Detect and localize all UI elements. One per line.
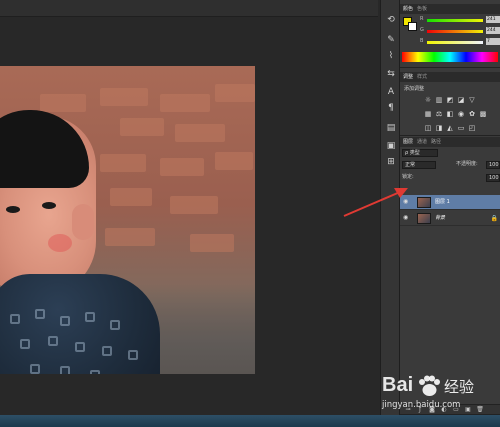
color-lookup-icon[interactable]: ▩: [479, 110, 487, 118]
layer-name[interactable]: 背景: [435, 214, 445, 221]
slider-track-r[interactable]: [427, 19, 483, 22]
slider-value-g[interactable]: 244: [486, 27, 500, 34]
tab-styles[interactable]: 样式: [417, 72, 427, 82]
character-icon[interactable]: A: [385, 86, 397, 98]
brush-icon[interactable]: ⌇: [385, 50, 397, 62]
opacity-input[interactable]: 100: [486, 161, 500, 169]
color-panel-tabs: 颜色 色板: [400, 4, 500, 14]
color-balance-icon[interactable]: ⚖: [435, 110, 443, 118]
background-color-swatch[interactable]: [408, 22, 417, 31]
boy-cheek: [48, 234, 72, 252]
boy-ear: [72, 204, 94, 240]
boy-sweater: [0, 274, 160, 374]
slider-value-r[interactable]: 241: [486, 16, 500, 23]
navigator-icon[interactable]: ▣: [385, 140, 397, 152]
tool-preset-icon[interactable]: ⇆: [385, 68, 397, 80]
slider-r[interactable]: R 241: [420, 16, 500, 24]
info-icon[interactable]: ▤: [385, 122, 397, 134]
lock-label: 锁定:: [402, 174, 414, 180]
hue-icon[interactable]: ▦: [424, 110, 432, 118]
curves-icon[interactable]: ◩: [446, 96, 454, 104]
adjustments-panel: 调整 样式 添加调整 ☼ ▥ ◩ ◪ ▽ ▦ ⚖ ◧ ◉ ✿ ▩ ◫ ◨ ◭ ▭…: [400, 72, 500, 136]
lock-icon: 🔒: [490, 215, 498, 222]
fill-input[interactable]: 100: [486, 174, 500, 182]
adjustments-title: 添加调整: [404, 86, 425, 92]
color-spectrum-bar[interactable]: [402, 52, 498, 62]
vibrance-icon[interactable]: ▽: [468, 96, 476, 104]
gradient-map-icon[interactable]: ▭: [457, 124, 465, 132]
watermark-bai-text: Bai: [382, 374, 414, 396]
document-tab-strip: [0, 0, 378, 17]
exposure-icon[interactable]: ◪: [457, 96, 465, 104]
threshold-icon[interactable]: ◭: [446, 124, 454, 132]
tab-layers[interactable]: 图层: [403, 137, 413, 147]
slider-track-g[interactable]: [427, 30, 483, 33]
bw-icon[interactable]: ◧: [446, 110, 454, 118]
tab-adjustments[interactable]: 调整: [403, 72, 413, 82]
photo-canvas[interactable]: [0, 66, 255, 374]
slider-b[interactable]: B 7: [420, 38, 500, 46]
slider-value-b[interactable]: 7: [486, 38, 500, 45]
slider-label-g: G: [420, 27, 424, 33]
paragraph-icon[interactable]: ¶: [385, 102, 397, 114]
selective-color-icon[interactable]: ◰: [468, 124, 476, 132]
slider-label-b: B: [420, 38, 424, 44]
history-icon[interactable]: ⟲: [385, 14, 397, 26]
slider-label-r: R: [420, 16, 424, 22]
adjustments-panel-tabs: 调整 样式: [400, 72, 500, 82]
canvas-area[interactable]: [0, 17, 378, 415]
windows-taskbar: [0, 415, 500, 427]
layer-thumbnail: [417, 197, 431, 208]
boy-eye-left: [6, 206, 20, 213]
layers-panel-tabs: 图层 通道 路径: [400, 137, 500, 147]
slider-g[interactable]: G 244: [420, 27, 500, 35]
tab-swatches[interactable]: 色板: [417, 4, 427, 14]
slider-track-b[interactable]: [427, 41, 483, 44]
watermark-url: jingyan.baidu.com: [382, 400, 461, 410]
red-arrow-annotation: [343, 188, 408, 217]
tab-paths[interactable]: 路径: [431, 137, 441, 147]
layer-name[interactable]: 图层 1: [435, 198, 450, 205]
channel-mixer-icon[interactable]: ✿: [468, 110, 476, 118]
color-panel: 颜色 色板 R 241 G 244 B 7: [400, 4, 500, 68]
baidu-paw-icon: [419, 375, 440, 396]
baidu-jingyan-watermark: Bai 经验 jingyan.baidu.com: [380, 374, 498, 414]
watermark-cn-text: 经验: [444, 378, 475, 396]
boy-eye-right: [42, 202, 56, 209]
invert-icon[interactable]: ◫: [424, 124, 432, 132]
tab-color[interactable]: 颜色: [403, 4, 413, 14]
posterize-icon[interactable]: ◨: [435, 124, 443, 132]
layer-filter-select[interactable]: ρ 类型: [402, 149, 438, 157]
brightness-icon[interactable]: ☼: [424, 96, 432, 104]
blend-mode-select[interactable]: 正常: [402, 161, 436, 169]
levels-icon[interactable]: ▥: [435, 96, 443, 104]
layer-thumbnail: [417, 213, 431, 224]
brush-preset-icon[interactable]: ✎: [385, 34, 397, 46]
properties-icon[interactable]: ⊞: [385, 156, 397, 168]
opacity-label: 不透明度:: [456, 161, 478, 167]
photo-filter-icon[interactable]: ◉: [457, 110, 465, 118]
tab-channels[interactable]: 通道: [417, 137, 427, 147]
